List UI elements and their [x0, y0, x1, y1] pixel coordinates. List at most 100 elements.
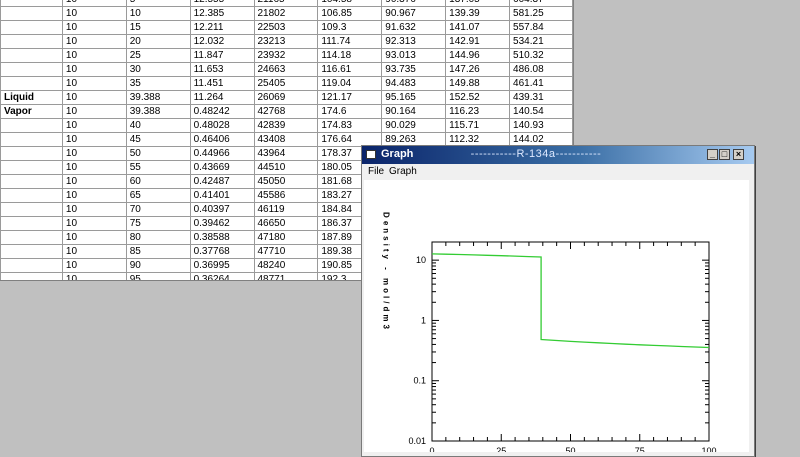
maximize-button[interactable]: □	[719, 149, 730, 160]
table-cell: 40	[125, 118, 191, 133]
table-row: Liquid 10 39.388 11.264 26069 121.17 95.165 152…	[0, 90, 573, 105]
graph-window[interactable]: Graph -----------R-134a----------- _ □ ×…	[361, 145, 755, 457]
table-cell: 24663	[253, 62, 319, 77]
close-button[interactable]: ×	[733, 149, 744, 160]
table-cell: 12.385	[189, 6, 255, 21]
table-cell: 70	[125, 202, 191, 217]
table-cell: 534.21	[509, 34, 573, 49]
row-label-cell	[0, 48, 63, 63]
table-row: 10 40 0.48028 42839 174.83 90.029 115.71 140.93	[0, 118, 573, 133]
table-cell: 22503	[253, 20, 319, 35]
row-label-cell	[0, 132, 63, 147]
table-cell: 21802	[253, 6, 319, 21]
table-cell: 45050	[253, 174, 319, 189]
table-cell: 48240	[253, 258, 319, 273]
table-cell: 0.39462	[189, 216, 255, 231]
table-cell: 26069	[253, 90, 319, 105]
table-cell: 10	[61, 76, 127, 91]
row-label-cell	[0, 202, 63, 217]
table-cell: 147.26	[445, 62, 511, 77]
table-cell: 48771	[253, 272, 319, 280]
table-cell: 140.54	[509, 104, 573, 119]
menu-file[interactable]: File	[368, 166, 384, 177]
window-center-title: -----------R-134a-----------	[470, 148, 602, 160]
table-cell: 90.164	[381, 104, 447, 119]
row-label-cell: Liquid	[0, 90, 63, 105]
table-cell: 10	[61, 48, 127, 63]
table-cell: 111.74	[317, 34, 383, 49]
table-cell: 15	[125, 20, 191, 35]
graph-menu-bar: File Graph	[362, 164, 754, 179]
table-cell: 90.967	[381, 6, 447, 21]
table-cell: 10	[61, 6, 127, 21]
table-cell: 46650	[253, 216, 319, 231]
table-cell: 23932	[253, 48, 319, 63]
table-cell: 46119	[253, 202, 319, 217]
x-tick-label: 25	[496, 446, 506, 452]
table-cell: 142.91	[445, 34, 511, 49]
row-label-cell	[0, 146, 63, 161]
row-label-cell	[0, 230, 63, 245]
table-cell: 141.07	[445, 20, 511, 35]
table-cell: 10	[61, 160, 127, 175]
table-cell: 0.36995	[189, 258, 255, 273]
row-label-cell	[0, 118, 63, 133]
y-tick-label: 0.01	[408, 436, 426, 446]
table-cell: 80	[125, 230, 191, 245]
menu-graph[interactable]: Graph	[389, 166, 417, 177]
table-row: 10 10 12.385 21802 106.85 90.967 139.39 581.25	[0, 6, 573, 21]
table-cell: 44510	[253, 160, 319, 175]
table-cell: 116.61	[317, 62, 383, 77]
table-cell: 10	[61, 188, 127, 203]
table-cell: 25	[125, 48, 191, 63]
table-cell: 94.483	[381, 76, 447, 91]
table-cell: 174.83	[317, 118, 383, 133]
table-row: 10 35 11.451 25405 119.04 94.483 149.88 461.41	[0, 76, 573, 91]
row-label-cell	[0, 20, 63, 35]
table-cell: 114.18	[317, 48, 383, 63]
table-cell: 461.41	[509, 76, 573, 91]
table-cell: 85	[125, 244, 191, 259]
x-tick-label: 100	[701, 446, 716, 452]
table-cell: 10	[61, 202, 127, 217]
table-cell: 45586	[253, 188, 319, 203]
table-cell: 0.40397	[189, 202, 255, 217]
table-cell: 0.37768	[189, 244, 255, 259]
row-label-cell	[0, 62, 63, 77]
table-cell: 20	[125, 34, 191, 49]
table-cell: 0.43669	[189, 160, 255, 175]
table-cell: 35	[125, 76, 191, 91]
graph-title-bar[interactable]: Graph -----------R-134a----------- _ □ ×	[362, 146, 754, 164]
table-cell: 144.96	[445, 48, 511, 63]
table-cell: 39.388	[125, 90, 191, 105]
table-cell: 116.23	[445, 104, 511, 119]
table-cell: 43408	[253, 132, 319, 147]
row-label-cell: Vapor	[0, 104, 63, 119]
table-cell: 0.46406	[189, 132, 255, 147]
table-cell: 115.71	[445, 118, 511, 133]
x-tick-label: 0	[429, 446, 434, 452]
row-label-cell	[0, 244, 63, 259]
table-cell: 486.08	[509, 62, 573, 77]
table-cell: 42839	[253, 118, 319, 133]
table-cell: 39.388	[125, 104, 191, 119]
table-cell: 45	[125, 132, 191, 147]
table-cell: 10	[61, 146, 127, 161]
table-cell: 47180	[253, 230, 319, 245]
table-cell: 60	[125, 174, 191, 189]
table-cell: 75	[125, 216, 191, 231]
row-label-cell	[0, 76, 63, 91]
table-cell: 90	[125, 258, 191, 273]
minimize-button[interactable]: _	[707, 149, 718, 160]
row-label-cell	[0, 272, 63, 280]
table-row: 10 20 12.032 23213 111.74 92.313 142.91 534.21	[0, 34, 573, 49]
table-cell: 121.17	[317, 90, 383, 105]
y-axis-label: Density - mol/dm3	[382, 212, 391, 332]
table-cell: 10	[61, 174, 127, 189]
table-cell: 30	[125, 62, 191, 77]
x-tick-label: 50	[565, 446, 575, 452]
table-cell: 11.847	[189, 48, 255, 63]
table-cell: 139.39	[445, 6, 511, 21]
table-cell: 10	[61, 216, 127, 231]
table-cell: 0.48242	[189, 104, 255, 119]
